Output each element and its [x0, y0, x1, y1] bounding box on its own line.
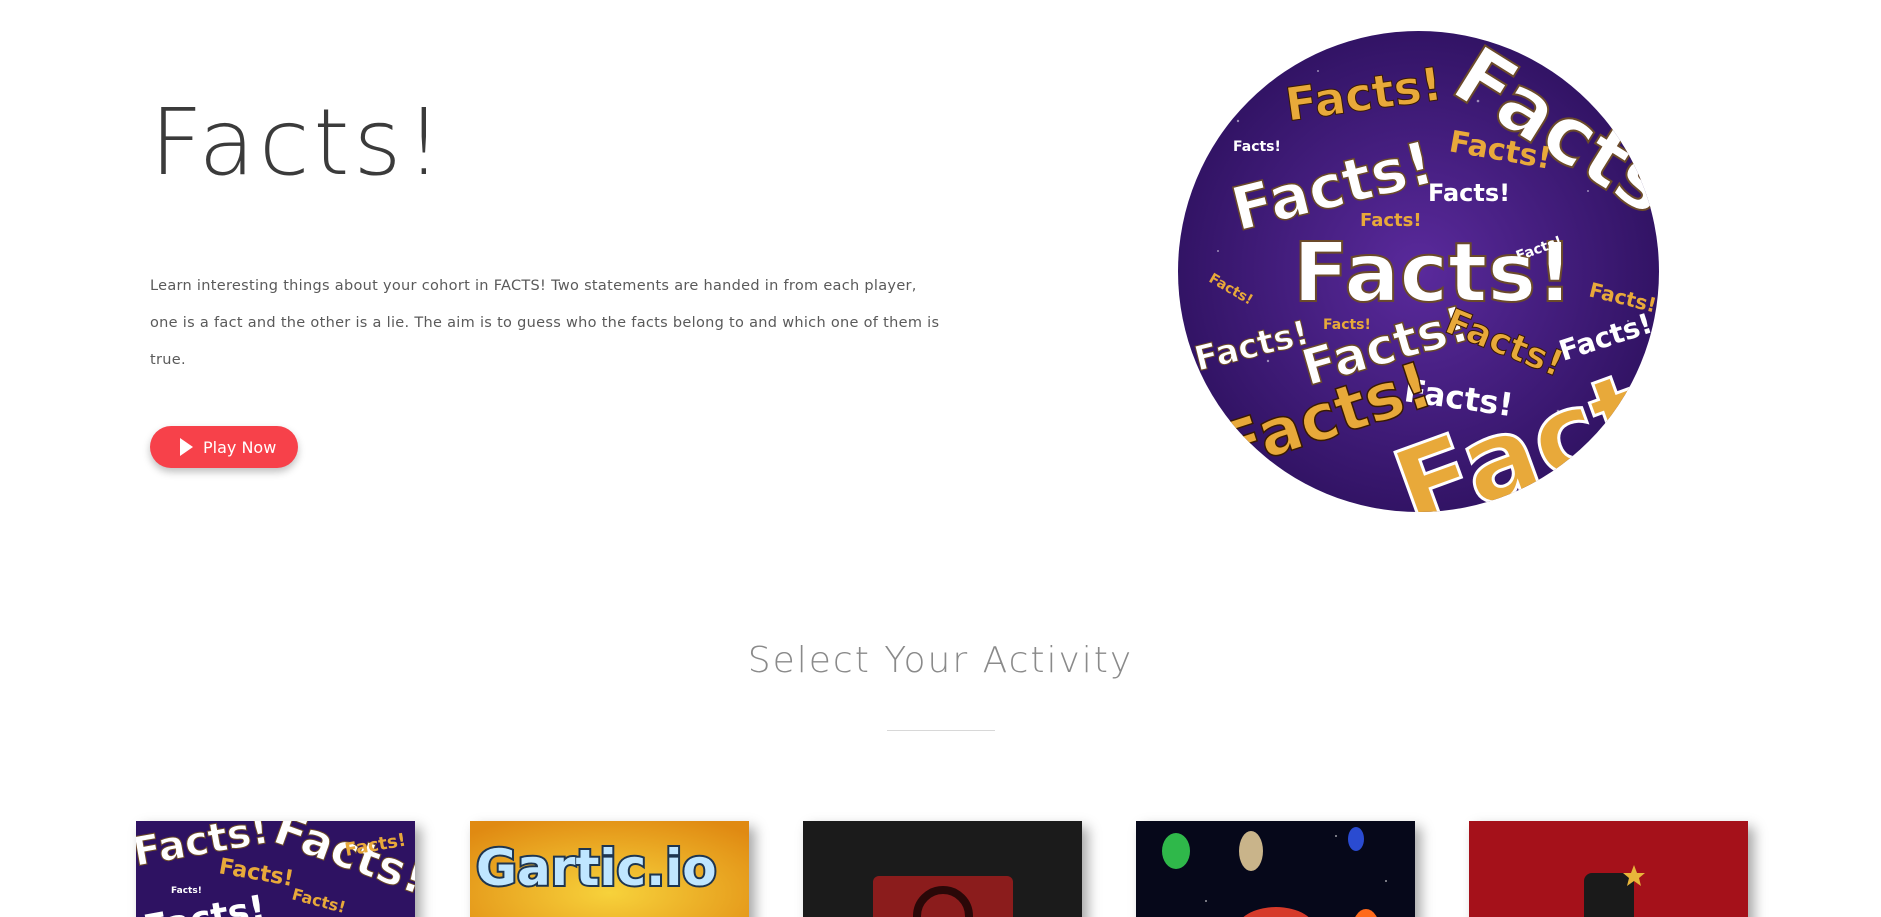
- svg-text:Facts!: Facts!: [171, 886, 202, 896]
- section-divider: [887, 730, 995, 731]
- hero-facts-image: Facts! Facts! Facts! Facts! Facts! Facts…: [1178, 31, 1659, 512]
- select-activity-title: Select Your Activity: [747, 640, 1134, 681]
- page: Facts! Learn interesting things about yo…: [0, 0, 1881, 917]
- facts-word: Facts!: [1428, 179, 1510, 207]
- facts-word: Facts!: [1233, 139, 1281, 155]
- svg-text:Gartic.io: Gartic.io: [476, 839, 717, 897]
- play-icon: [180, 438, 193, 456]
- facts-word: Facts!: [1323, 317, 1371, 333]
- hero-description: Learn interesting things about your coho…: [150, 278, 940, 368]
- activity-card-facts[interactable]: Facts! Facts! Facts! Facts! Facts! Facts…: [136, 821, 415, 917]
- hero-title: Facts!: [150, 89, 447, 196]
- facts-word: Facts!: [1360, 210, 1422, 231]
- activity-card-among-us[interactable]: [1136, 821, 1415, 917]
- play-now-button[interactable]: Play Now: [150, 426, 299, 468]
- activity-card-red[interactable]: [1469, 821, 1748, 917]
- activity-card-codenames[interactable]: [803, 821, 1082, 917]
- play-now-label: Play Now: [203, 437, 277, 457]
- activity-card-gartic[interactable]: Gartic.io: [470, 821, 749, 917]
